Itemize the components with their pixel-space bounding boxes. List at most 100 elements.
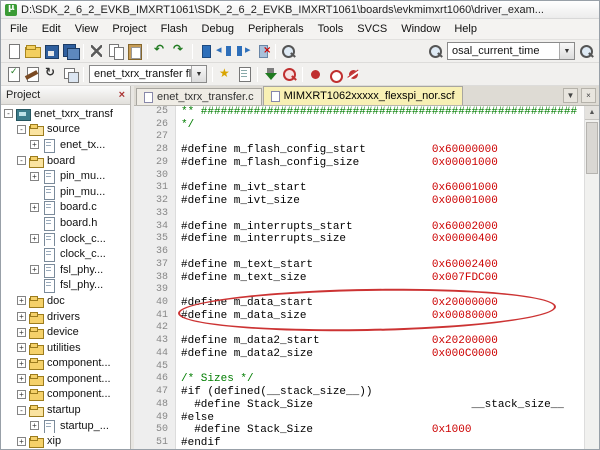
tree-item-enet-txrx-transf[interactable]: -enet_txrx_transf [1, 106, 130, 122]
tab-enet-txrx-transfer-c[interactable]: enet_txrx_transfer.c [136, 88, 262, 105]
file-extensions-icon[interactable] [236, 66, 253, 82]
project-panel-close-icon[interactable]: × [119, 89, 125, 101]
tree-item-xip[interactable]: + xip [1, 433, 130, 449]
tree-item-label: doc [47, 295, 65, 307]
collapse-icon[interactable]: - [17, 125, 26, 134]
code-area[interactable]: ** #####################################… [176, 106, 584, 449]
bookmark-prev-icon[interactable] [216, 43, 233, 59]
tree-item-startup[interactable]: -startup [1, 402, 130, 418]
rebuild-icon[interactable] [43, 66, 60, 82]
paste-icon[interactable] [126, 43, 143, 59]
breakpoint-kill-icon[interactable] [345, 66, 362, 82]
search-combo[interactable]: osal_current_time ▼ [447, 42, 575, 60]
tree-item-doc[interactable]: + doc [1, 293, 130, 309]
redo-icon[interactable] [171, 43, 188, 59]
menu-item-debug[interactable]: Debug [195, 21, 241, 37]
build-icon[interactable] [24, 66, 41, 82]
target-select-dropdown-icon[interactable]: ▼ [191, 66, 206, 82]
open-file-icon[interactable] [24, 43, 41, 59]
expand-icon[interactable]: + [30, 140, 39, 149]
tree-item-pin-mu[interactable]: pin_mu... [1, 184, 130, 200]
expand-icon[interactable]: + [17, 359, 26, 368]
bookmark-icon[interactable] [197, 43, 214, 59]
tab-list-icon[interactable]: ▼ [563, 88, 578, 103]
line-number: 50 [134, 424, 168, 437]
tree-item-startup[interactable]: +startup_... [1, 418, 130, 434]
scroll-up-icon[interactable]: ▲ [585, 106, 599, 120]
close-document-icon[interactable]: × [581, 88, 596, 103]
menu-item-project[interactable]: Project [105, 21, 153, 37]
expand-icon[interactable]: + [17, 437, 26, 446]
find-icon[interactable] [427, 43, 444, 59]
tree-item-enet-tx[interactable]: +enet_tx... [1, 137, 130, 153]
cut-icon[interactable] [88, 43, 105, 59]
expand-icon[interactable]: + [30, 203, 39, 212]
expand-icon[interactable]: + [30, 234, 39, 243]
target-options-icon[interactable] [217, 66, 234, 82]
tree-item-label: xip [47, 435, 61, 447]
tree-item-drivers[interactable]: +drivers [1, 309, 130, 325]
tree-item-pin-mu[interactable]: +pin_mu... [1, 168, 130, 184]
expand-icon[interactable]: + [17, 374, 26, 383]
collapse-icon[interactable]: - [4, 109, 13, 118]
breakpoint-icon[interactable] [307, 66, 324, 82]
bookmark-next-icon[interactable] [235, 43, 252, 59]
expand-icon[interactable]: + [17, 296, 26, 305]
line-number: 38 [134, 272, 168, 285]
expand-icon[interactable]: + [17, 390, 26, 399]
tree-item-label: clock_c... [60, 233, 106, 245]
target-select[interactable]: enet_txrx_transfer flexspi ▼ [89, 65, 207, 83]
code-line: #define m_ivt_start 0x60001000 [181, 182, 584, 195]
line-number: 34 [134, 221, 168, 234]
menu-item-tools[interactable]: Tools [311, 21, 351, 37]
translate-icon[interactable] [5, 66, 22, 82]
tree-item-utilities[interactable]: +utilities [1, 340, 130, 356]
search-combo-dropdown-icon[interactable]: ▼ [559, 43, 574, 59]
expand-icon[interactable]: + [17, 312, 26, 321]
menu-item-view[interactable]: View [68, 21, 106, 37]
tree-item-board[interactable]: -board [1, 153, 130, 169]
menu-item-peripherals[interactable]: Peripherals [241, 21, 311, 37]
menu-item-help[interactable]: Help [447, 21, 484, 37]
file-icon [42, 139, 57, 151]
tab-mimxrt1062xxxxx-flexspi-nor-scf[interactable]: MIMXRT1062xxxxx_flexspi_nor.scf [263, 86, 463, 105]
expand-icon[interactable]: + [30, 265, 39, 274]
tree-item-source[interactable]: -source [1, 122, 130, 138]
debug-icon[interactable] [281, 66, 298, 82]
collapse-icon[interactable]: - [17, 406, 26, 415]
undo-icon[interactable] [152, 43, 169, 59]
scrollbar-thumb[interactable] [586, 122, 598, 174]
menu-item-file[interactable]: File [3, 21, 35, 37]
tree-item-component[interactable]: +component... [1, 356, 130, 372]
menu-item-svcs[interactable]: SVCS [350, 21, 394, 37]
save-icon[interactable] [43, 43, 60, 59]
tree-item-fsl-phy[interactable]: fsl_phy... [1, 278, 130, 294]
collapse-icon[interactable]: - [17, 156, 26, 165]
expand-icon[interactable]: + [30, 421, 39, 430]
menu-item-window[interactable]: Window [394, 21, 447, 37]
tree-item-component[interactable]: +component... [1, 371, 130, 387]
bookmark-clear-icon[interactable] [254, 43, 271, 59]
tree-item-clock-c[interactable]: + clock_c... [1, 231, 130, 247]
new-file-icon[interactable] [5, 43, 22, 59]
tree-item-board-c[interactable]: +board.c [1, 200, 130, 216]
tree-item-device[interactable]: +device [1, 324, 130, 340]
save-all-icon[interactable] [62, 43, 79, 59]
batch-build-icon[interactable] [62, 66, 79, 82]
tree-item-fsl-phy[interactable]: +fsl_phy... [1, 262, 130, 278]
copy-icon[interactable] [107, 43, 124, 59]
expand-icon[interactable]: + [17, 328, 26, 337]
tree-item-board-h[interactable]: board.h [1, 215, 130, 231]
download-icon[interactable] [262, 66, 279, 82]
find-in-files-icon[interactable] [280, 43, 297, 59]
find-next-icon[interactable] [578, 43, 595, 59]
editor-scrollbar[interactable]: ▲ [584, 106, 599, 449]
tree-item-clock-c[interactable]: clock_c... [1, 246, 130, 262]
expand-icon[interactable]: + [17, 343, 26, 352]
breakpoint-disable-icon[interactable] [326, 66, 343, 82]
target-icon [16, 108, 31, 120]
menu-item-flash[interactable]: Flash [154, 21, 195, 37]
tree-item-component[interactable]: +component... [1, 387, 130, 403]
menu-item-edit[interactable]: Edit [35, 21, 68, 37]
expand-icon[interactable]: + [30, 172, 39, 181]
